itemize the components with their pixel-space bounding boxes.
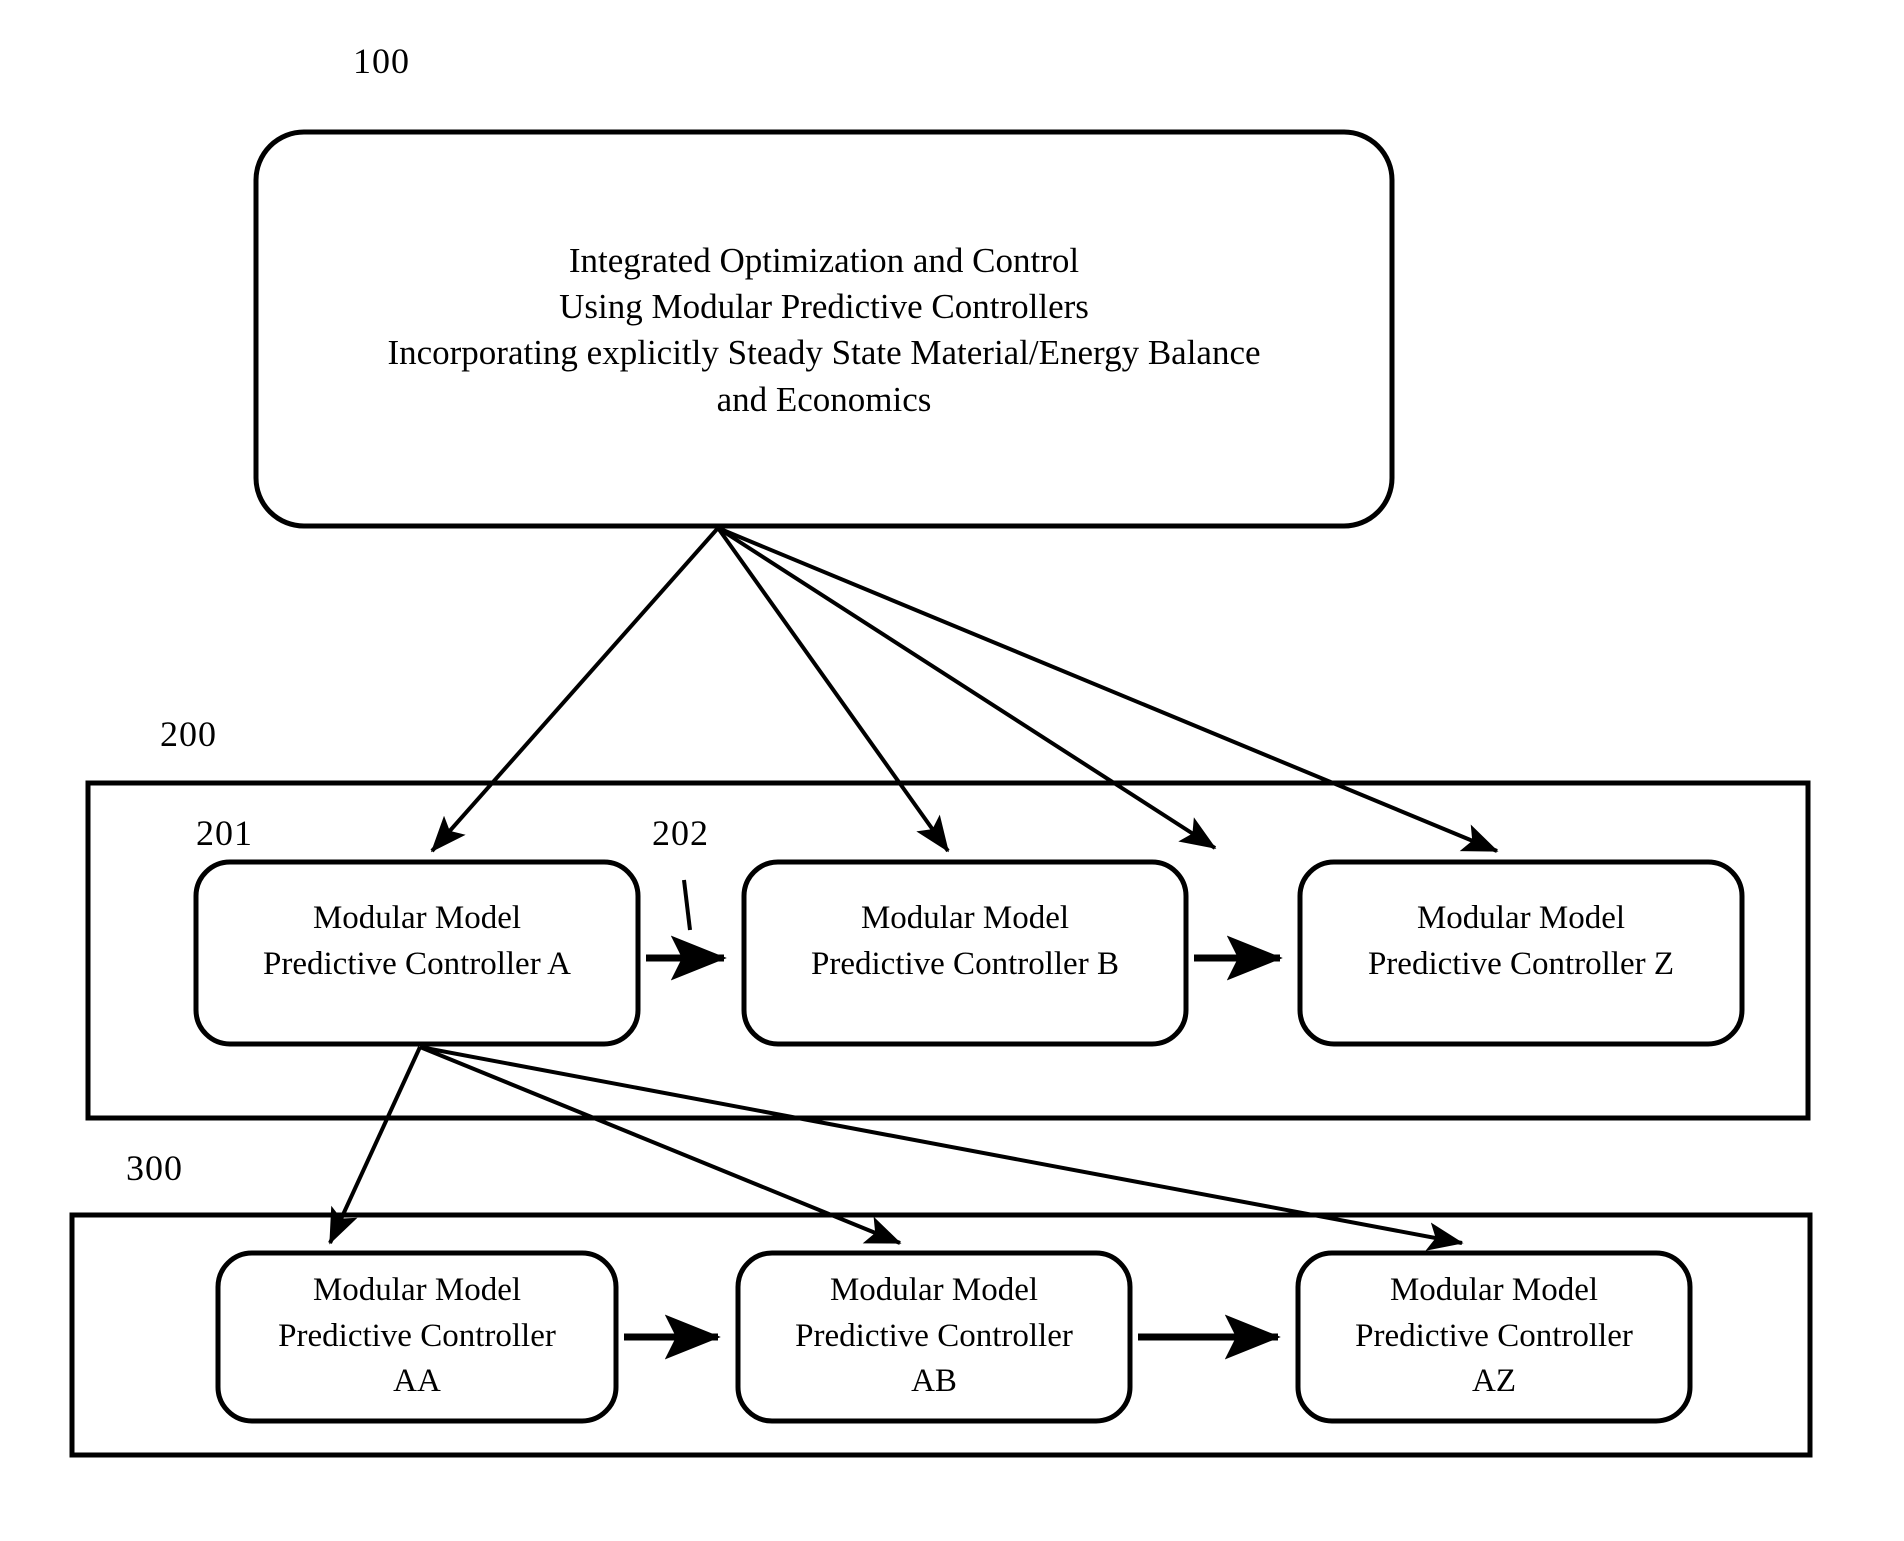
arrow-100-to-mid: [716, 526, 1217, 850]
top-level-title: Integrated Optimization and Control Usin…: [387, 241, 1261, 419]
arrow-100-to-z: [717, 526, 1499, 853]
arrow-a-to-ab: [419, 1045, 902, 1245]
controller-z-label: Modular Model Predictive Controller Z: [1367, 900, 1675, 982]
ref-label-202: 202: [652, 813, 709, 853]
arrow-a-to-aa: [328, 1046, 422, 1245]
controller-a-label: Modular Model Predictive Controller A: [263, 900, 571, 982]
controller-b-label: Modular Model Predictive Controller B: [811, 900, 1119, 982]
ref-label-200: 200: [160, 714, 217, 754]
figure-canvas: 100 200 201 202 300 Integrated Optimizat…: [0, 0, 1904, 1541]
leader-202: [682, 879, 692, 931]
arrow-100-to-a: [430, 526, 720, 853]
ref-label-300: 300: [126, 1148, 183, 1188]
controller-aa-label: Modular Model Predictive Controller AA: [278, 1272, 556, 1400]
arrow-100-to-b: [716, 526, 950, 853]
arrow-a-to-az: [419, 1045, 1464, 1251]
ref-label-201: 201: [196, 813, 253, 853]
controller-az-label: Modular Model Predictive Controller AZ: [1355, 1272, 1633, 1400]
ref-label-100: 100: [353, 41, 410, 81]
controller-ab-label: Modular Model Predictive Controller AB: [795, 1272, 1073, 1400]
